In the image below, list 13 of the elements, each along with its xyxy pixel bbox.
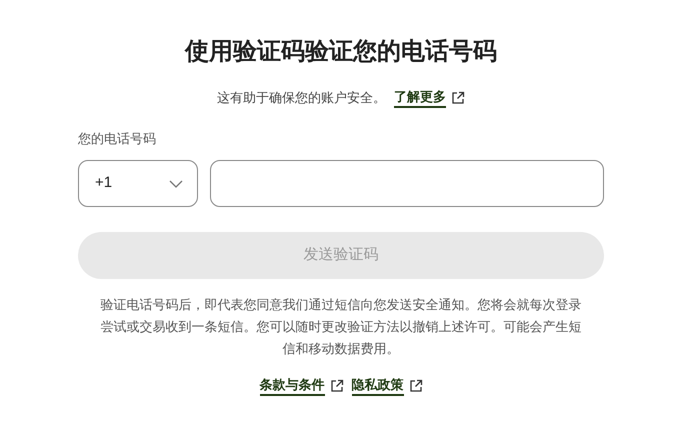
country-code-select[interactable]: +1 xyxy=(78,160,198,207)
external-link[interactable]: 条款与条件 xyxy=(260,376,344,396)
phone-number-input[interactable] xyxy=(210,160,604,207)
disclaimer-text: 验证电话号码后，即代表您同意我们通过短信向您发送安全通知。您将会就每次登录尝试或交易收到一条短信。您可以随时更改验证方法以撤销上述许可。可能会产生短信和移动数据费用。 xyxy=(100,296,582,358)
subtitle-text: 这有助于确保您的账户安全。 xyxy=(217,89,386,108)
external-link[interactable]: 了解更多 xyxy=(394,88,465,108)
page-title: 使用验证码验证您的电话号码 xyxy=(185,37,497,67)
external-link-icon xyxy=(330,379,344,393)
phone-label: 您的电话号码 xyxy=(78,130,157,148)
external-link-icon xyxy=(451,91,465,105)
chevron-down-icon xyxy=(169,180,183,188)
external-link-icon xyxy=(408,379,422,393)
external-link[interactable]: 隐私政策 xyxy=(352,376,422,396)
